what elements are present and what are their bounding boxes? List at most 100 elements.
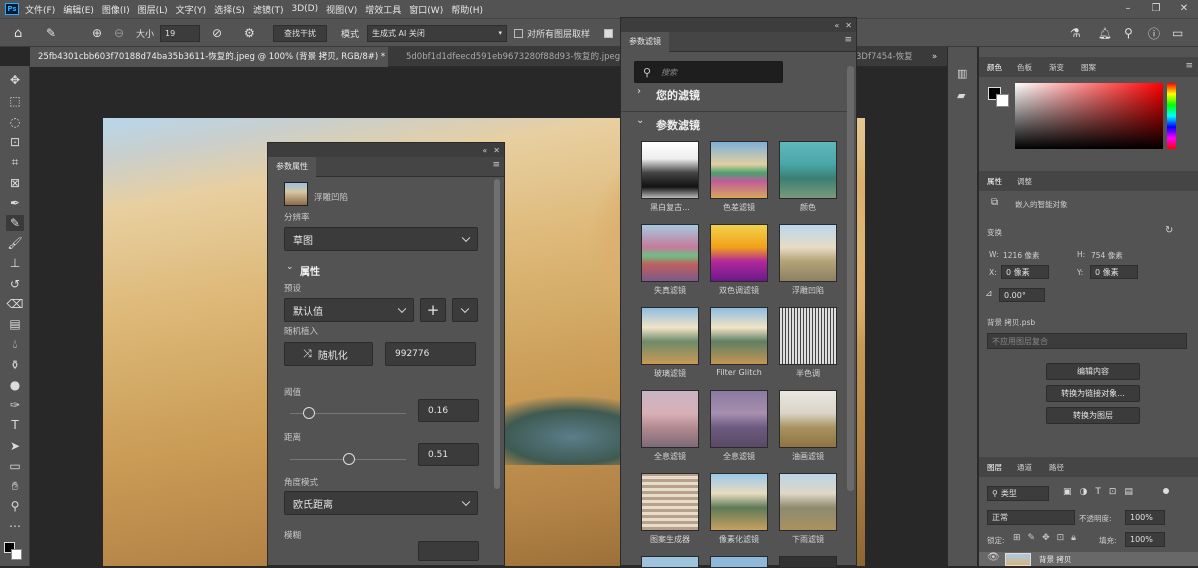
width-value[interactable]: 1216 像素 — [1003, 250, 1039, 261]
filter-thumb-glass[interactable] — [641, 307, 699, 365]
filter-search-input[interactable]: ⚲ 搜索 — [634, 61, 783, 83]
history-icon[interactable]: ▥ — [957, 67, 967, 80]
blur-tool-icon[interactable]: 💧︎ — [6, 336, 24, 352]
object-select-tool-icon[interactable]: ⊡ — [6, 134, 24, 150]
filter-thumb-duotone[interactable] — [710, 224, 768, 282]
filter-thumb-distortion[interactable] — [641, 224, 699, 282]
filter-thumb-glitch[interactable] — [710, 307, 768, 365]
blend-mode-select[interactable]: 正常 — [987, 510, 1075, 525]
pen-tool-icon[interactable]: ✑ — [6, 397, 24, 413]
filter-thumb-halftone[interactable] — [779, 307, 837, 365]
size-field[interactable]: 19 — [160, 24, 200, 42]
shape-tool-icon[interactable]: ▭ — [6, 458, 24, 474]
y-field[interactable]: 0 像素 — [1090, 265, 1138, 279]
eraser-tool-icon[interactable]: ⌫ — [6, 296, 24, 312]
filter-thumb-next-3[interactable] — [779, 556, 837, 568]
preset-menu-button[interactable] — [452, 298, 478, 322]
chevron-down-icon[interactable]: ⌄ — [636, 115, 644, 126]
tab-active-document[interactable]: 25fb4301cbb603f70188d74ba35b3611-恢复的.jpe… — [30, 47, 388, 67]
menu-view[interactable]: 视图(V) — [326, 3, 357, 16]
seed-field[interactable]: 992776 — [385, 342, 476, 366]
menu-file[interactable]: 文件(F) — [25, 3, 55, 16]
eye-icon[interactable]: 👁︎ — [987, 552, 1000, 563]
close-panel-icon[interactable]: ✕ — [493, 146, 500, 155]
sample-all-checkbox[interactable] — [514, 28, 523, 38]
more-tools-icon[interactable]: ⋯ — [6, 518, 24, 534]
tab-gradients[interactable]: 渐变 — [1049, 62, 1064, 73]
filter-thumb-next-2[interactable] — [710, 556, 768, 568]
filter-thumb-color[interactable] — [779, 141, 837, 199]
flask-icon[interactable]: ⚗ — [1070, 19, 1081, 47]
layer-filter-icons[interactable]: ▣◑T⊡▤ — [1063, 487, 1141, 497]
menu-layer[interactable]: 图层(L) — [138, 3, 168, 16]
eyedropper-tool-icon[interactable]: ✒ — [6, 195, 24, 211]
stamp-tool-icon[interactable]: ⊥ — [6, 255, 24, 271]
filter-thumb-hologram-2[interactable] — [710, 390, 768, 448]
menu-type[interactable]: 文字(Y) — [176, 3, 207, 16]
convert-layers-button[interactable]: 转换为图层 — [1046, 407, 1140, 424]
layer-comp-select[interactable]: 不应用图层复合 — [987, 333, 1187, 349]
crop-tool-icon[interactable]: ⌗ — [6, 154, 24, 170]
auto-checkbox[interactable] — [604, 28, 613, 38]
menu-image[interactable]: 图像(I) — [102, 3, 130, 16]
panel-menu-icon[interactable]: ≡ — [844, 35, 852, 45]
subtract-mode-icon[interactable]: ⊖ — [114, 19, 124, 47]
panel-scrollbar[interactable] — [494, 179, 500, 489]
move-tool-icon[interactable]: ✥ — [6, 72, 24, 88]
panel-menu-icon[interactable]: ≡ — [1185, 61, 1193, 71]
panel-scrollbar[interactable] — [847, 66, 854, 491]
gear-icon[interactable]: ⚙ — [244, 19, 255, 47]
angle-field[interactable]: 0.00° — [999, 288, 1045, 302]
zoom-tool-icon[interactable]: ⚲ — [6, 498, 24, 514]
maximize-icon[interactable]: ❐ — [1142, 0, 1170, 18]
background-swatch[interactable] — [11, 549, 22, 560]
minimize-icon[interactable]: – — [1114, 0, 1142, 18]
menu-select[interactable]: 选择(S) — [214, 3, 245, 16]
threshold-field[interactable]: 0.16 — [418, 399, 479, 422]
blur-field[interactable] — [418, 541, 479, 561]
param-filters-section[interactable]: 参数滤镜 — [656, 117, 700, 133]
collapse-icon[interactable]: « — [834, 21, 839, 30]
color-field[interactable] — [1015, 83, 1163, 149]
tab-layers[interactable]: 图层 — [987, 462, 1002, 473]
menu-filter[interactable]: 滤镜(T) — [253, 3, 284, 16]
sample-all-option[interactable]: 对所有图层取样 — [514, 19, 590, 47]
tab-third-document[interactable]: 3Df7454-恢复 — [848, 47, 938, 67]
gradient-tool-icon[interactable]: ▤ — [6, 316, 24, 332]
tab-second-document[interactable]: 5d0bf1d1dfeecd591eb9673280f88d93-恢复的.jpe… — [398, 47, 628, 67]
collapse-icon[interactable]: « — [482, 146, 487, 155]
path-select-tool-icon[interactable]: ➤ — [6, 438, 24, 454]
bell-icon[interactable]: 🔔︎ — [1098, 19, 1112, 47]
add-preset-button[interactable]: + — [420, 298, 446, 322]
spot-heal-tool-icon[interactable]: ✎ — [46, 19, 56, 47]
pressure-icon[interactable]: ⊘ — [212, 19, 222, 47]
dodge-tool-icon[interactable]: ⚱ — [6, 357, 24, 373]
auto-option[interactable] — [604, 19, 617, 47]
menu-help[interactable]: 帮助(H) — [451, 3, 483, 16]
fill-field[interactable]: 100% — [1125, 532, 1165, 547]
tab-swatches[interactable]: 色板 — [1017, 62, 1032, 73]
tab-patterns[interactable]: 图案 — [1081, 62, 1096, 73]
layer-filter-kind[interactable]: ⚲ 类型 — [987, 486, 1049, 501]
convert-linked-button[interactable]: 转换为链接对象... — [1046, 385, 1140, 402]
edit-contents-button[interactable]: 编辑内容 — [1046, 363, 1140, 380]
tab-channels[interactable]: 通道 — [1017, 462, 1032, 473]
filter-thumb-pattern[interactable] — [641, 473, 699, 531]
type-tool-icon[interactable]: T — [6, 417, 24, 433]
filter-thumb-emboss[interactable] — [779, 224, 837, 282]
tab-param-filters[interactable]: 参数滤镜 — [621, 32, 669, 52]
lasso-tool-icon[interactable]: ◌ — [6, 114, 24, 130]
filter-thumb-bw-vintage[interactable] — [641, 141, 699, 199]
tab-adjustments[interactable]: 调整 — [1017, 176, 1032, 187]
threshold-slider-handle[interactable] — [302, 407, 315, 419]
tab-param-properties[interactable]: 参数属性 — [268, 157, 316, 177]
background-color-swatch[interactable] — [996, 94, 1009, 107]
menu-edit[interactable]: 编辑(E) — [63, 3, 94, 16]
close-icon[interactable]: ✕ — [1170, 0, 1198, 18]
filter-thumb-rain[interactable] — [779, 473, 837, 531]
filter-toggle-icon[interactable] — [1163, 488, 1169, 494]
add-mode-icon[interactable]: ⊕ — [92, 19, 102, 47]
close-panel-icon[interactable]: ✕ — [845, 21, 852, 30]
menu-plugins[interactable]: 增效工具 — [365, 3, 401, 16]
mode-select[interactable]: 生成式 AI 关闭 ▾ — [367, 24, 507, 42]
